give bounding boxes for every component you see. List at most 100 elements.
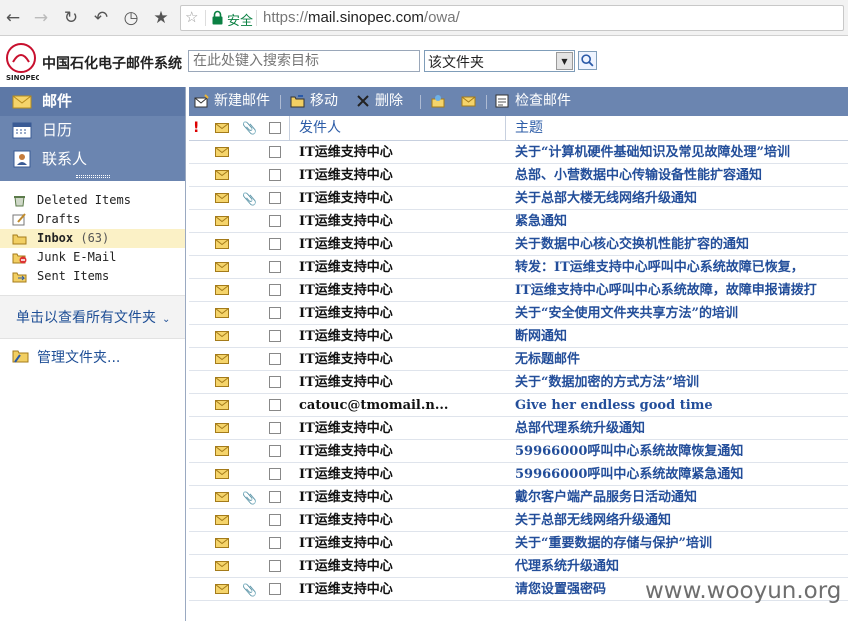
subject-link[interactable]: 59966000呼叫中心系统故障恢复通知 bbox=[515, 440, 848, 463]
row-checkbox[interactable] bbox=[269, 215, 281, 227]
subject-link[interactable]: 无标题邮件 bbox=[515, 348, 848, 371]
back-icon[interactable]: ← bbox=[2, 7, 24, 29]
resize-grip[interactable] bbox=[76, 175, 110, 178]
message-row[interactable]: IT运维支持中心 关于总部无线网络升级通知 bbox=[189, 509, 848, 532]
message-row[interactable]: IT运维支持中心 总部、小营数据中心传输设备性能扩容通知 bbox=[189, 164, 848, 187]
envelope-column-icon[interactable] bbox=[215, 123, 229, 133]
message-row[interactable]: IT运维支持中心 紧急通知 bbox=[189, 210, 848, 233]
subject-link[interactable]: 关于总部大楼无线网络升级通知 bbox=[515, 187, 848, 210]
address-bar[interactable]: ☆ 安全 https://mail.sinopec.com/owa/ bbox=[180, 5, 844, 31]
subject-link[interactable]: 关于“安全使用文件夹共享方法”的培训 bbox=[515, 302, 848, 325]
tab-contacts-label: 联系人 bbox=[42, 150, 88, 168]
bookmarks-icon[interactable]: ★ bbox=[150, 7, 172, 29]
sender: IT运维支持中心 bbox=[299, 513, 393, 528]
subject-link[interactable]: 关于“计算机硬件基础知识及常见故障处理”培训 bbox=[515, 141, 848, 164]
subject-link[interactable]: 关于数据中心核心交换机性能扩容的通知 bbox=[515, 233, 848, 256]
row-checkbox[interactable] bbox=[269, 399, 281, 411]
from-column-header[interactable]: 发件人 bbox=[289, 116, 505, 141]
row-checkbox[interactable] bbox=[269, 284, 281, 296]
new-mail-button[interactable]: 新建邮件 bbox=[194, 87, 270, 116]
subject-link[interactable]: 关于“数据加密的方式方法”培训 bbox=[515, 371, 848, 394]
folder-inbox[interactable]: Inbox (63) bbox=[0, 229, 185, 248]
row-checkbox[interactable] bbox=[269, 169, 281, 181]
row-checkbox[interactable] bbox=[269, 353, 281, 365]
sender: IT运维支持中心 bbox=[299, 283, 393, 298]
folder-deleted-items[interactable]: Deleted Items bbox=[0, 191, 185, 210]
subject-link[interactable]: Give her endless good time bbox=[515, 394, 848, 417]
subject-link[interactable]: 59966000呼叫中心系统故障紧急通知 bbox=[515, 463, 848, 486]
importance-column-icon[interactable]: ! bbox=[193, 116, 199, 141]
message-row[interactable]: IT运维支持中心 IT运维支持中心呼叫中心系统故障，故障申报请拨打 bbox=[189, 279, 848, 302]
show-all-folders-link[interactable]: 单击以查看所有文件夹 ⌄ bbox=[0, 295, 185, 339]
row-checkbox[interactable] bbox=[269, 560, 281, 572]
search-input[interactable] bbox=[188, 50, 420, 72]
message-row[interactable]: IT运维支持中心 关于“计算机硬件基础知识及常见故障处理”培训 bbox=[189, 141, 848, 164]
message-row[interactable]: IT运维支持中心 关于数据中心核心交换机性能扩容的通知 bbox=[189, 233, 848, 256]
attachment-column-icon[interactable]: 📎 bbox=[242, 116, 257, 141]
manage-folders-link[interactable]: 管理文件夹... bbox=[12, 347, 120, 367]
message-row[interactable]: IT运维支持中心 关于“重要数据的存储与保护”培训 bbox=[189, 532, 848, 555]
row-checkbox[interactable] bbox=[269, 422, 281, 434]
reload-icon[interactable]: ↻ bbox=[60, 7, 82, 29]
reply-button[interactable] bbox=[431, 87, 451, 116]
message-row[interactable]: IT运维支持中心 总部代理系统升级通知 bbox=[189, 417, 848, 440]
message-row[interactable]: IT运维支持中心 59966000呼叫中心系统故障紧急通知 bbox=[189, 463, 848, 486]
search-icon[interactable] bbox=[578, 51, 597, 70]
message-row[interactable]: IT运维支持中心 59966000呼叫中心系统故障恢复通知 bbox=[189, 440, 848, 463]
row-checkbox[interactable] bbox=[269, 307, 281, 319]
mail-button[interactable] bbox=[461, 87, 481, 116]
row-checkbox[interactable] bbox=[269, 514, 281, 526]
move-button[interactable]: 移动 bbox=[290, 87, 338, 116]
row-checkbox[interactable] bbox=[269, 261, 281, 273]
url-path: /owa/ bbox=[423, 9, 460, 26]
subject-link[interactable]: 代理系统升级通知 bbox=[515, 555, 848, 578]
check-mail-button[interactable]: 检查邮件 bbox=[495, 87, 571, 116]
row-checkbox[interactable] bbox=[269, 491, 281, 503]
tab-mail[interactable]: 邮件 bbox=[0, 87, 185, 116]
url-text[interactable]: https://mail.sinopec.com/owa/ bbox=[263, 9, 460, 26]
message-row[interactable]: 📎 IT运维支持中心 戴尔客户端产品服务日活动通知 bbox=[189, 486, 848, 509]
folder-junk-email[interactable]: Junk E-Mail bbox=[0, 248, 185, 267]
subject-link[interactable]: 关于总部无线网络升级通知 bbox=[515, 509, 848, 532]
history-icon[interactable]: ◷ bbox=[120, 7, 142, 29]
undo-icon[interactable]: ↶ bbox=[90, 7, 112, 29]
message-row[interactable]: catouc@tmomail.n... Give her endless good… bbox=[189, 394, 848, 417]
delete-button[interactable]: 删除 bbox=[355, 87, 403, 116]
dropdown-arrow-icon[interactable]: ▼ bbox=[556, 52, 573, 70]
row-checkbox[interactable] bbox=[269, 376, 281, 388]
select-all-checkbox[interactable] bbox=[269, 122, 281, 134]
row-checkbox[interactable] bbox=[269, 146, 281, 158]
message-row[interactable]: IT运维支持中心 关于“数据加密的方式方法”培训 bbox=[189, 371, 848, 394]
tab-contacts[interactable]: 联系人 bbox=[0, 145, 185, 174]
message-row[interactable]: IT运维支持中心 断网通知 bbox=[189, 325, 848, 348]
search-scope-select[interactable]: 该文件夹 ▼ bbox=[424, 50, 575, 72]
subject-link[interactable]: 转发：IT运维支持中心呼叫中心系统故障已恢复， bbox=[515, 256, 848, 279]
row-checkbox[interactable] bbox=[269, 537, 281, 549]
subject-link[interactable]: 关于“重要数据的存储与保护”培训 bbox=[515, 532, 848, 555]
row-checkbox[interactable] bbox=[269, 330, 281, 342]
owa-header: SINOPEC 中国石化电子邮件系统 该文件夹 ▼ bbox=[0, 37, 848, 87]
subject-column-header[interactable]: 主题 bbox=[505, 116, 848, 141]
folder-sent-items[interactable]: Sent Items bbox=[0, 267, 185, 286]
message-row[interactable]: IT运维支持中心 转发：IT运维支持中心呼叫中心系统故障已恢复， bbox=[189, 256, 848, 279]
subject-link[interactable]: 紧急通知 bbox=[515, 210, 848, 233]
folder-drafts[interactable]: Drafts bbox=[0, 210, 185, 229]
row-checkbox[interactable] bbox=[269, 445, 281, 457]
forward-icon[interactable]: → bbox=[30, 7, 52, 29]
subject-link[interactable]: 断网通知 bbox=[515, 325, 848, 348]
message-row[interactable]: IT运维支持中心 代理系统升级通知 bbox=[189, 555, 848, 578]
folder-label: Sent Items bbox=[37, 269, 110, 283]
tab-calendar[interactable]: 日历 bbox=[0, 116, 185, 145]
row-checkbox[interactable] bbox=[269, 468, 281, 480]
row-checkbox[interactable] bbox=[269, 583, 281, 595]
row-checkbox[interactable] bbox=[269, 192, 281, 204]
subject-link[interactable]: IT运维支持中心呼叫中心系统故障，故障申报请拨打 bbox=[515, 279, 848, 302]
message-row[interactable]: IT运维支持中心 关于“安全使用文件夹共享方法”的培训 bbox=[189, 302, 848, 325]
subject-link[interactable]: 总部、小营数据中心传输设备性能扩容通知 bbox=[515, 164, 848, 187]
subject-link[interactable]: 总部代理系统升级通知 bbox=[515, 417, 848, 440]
subject-link[interactable]: 戴尔客户端产品服务日活动通知 bbox=[515, 486, 848, 509]
message-row[interactable]: IT运维支持中心 无标题邮件 bbox=[189, 348, 848, 371]
bookmark-star-icon[interactable]: ☆ bbox=[185, 8, 198, 26]
message-row[interactable]: 📎 IT运维支持中心 关于总部大楼无线网络升级通知 bbox=[189, 187, 848, 210]
row-checkbox[interactable] bbox=[269, 238, 281, 250]
